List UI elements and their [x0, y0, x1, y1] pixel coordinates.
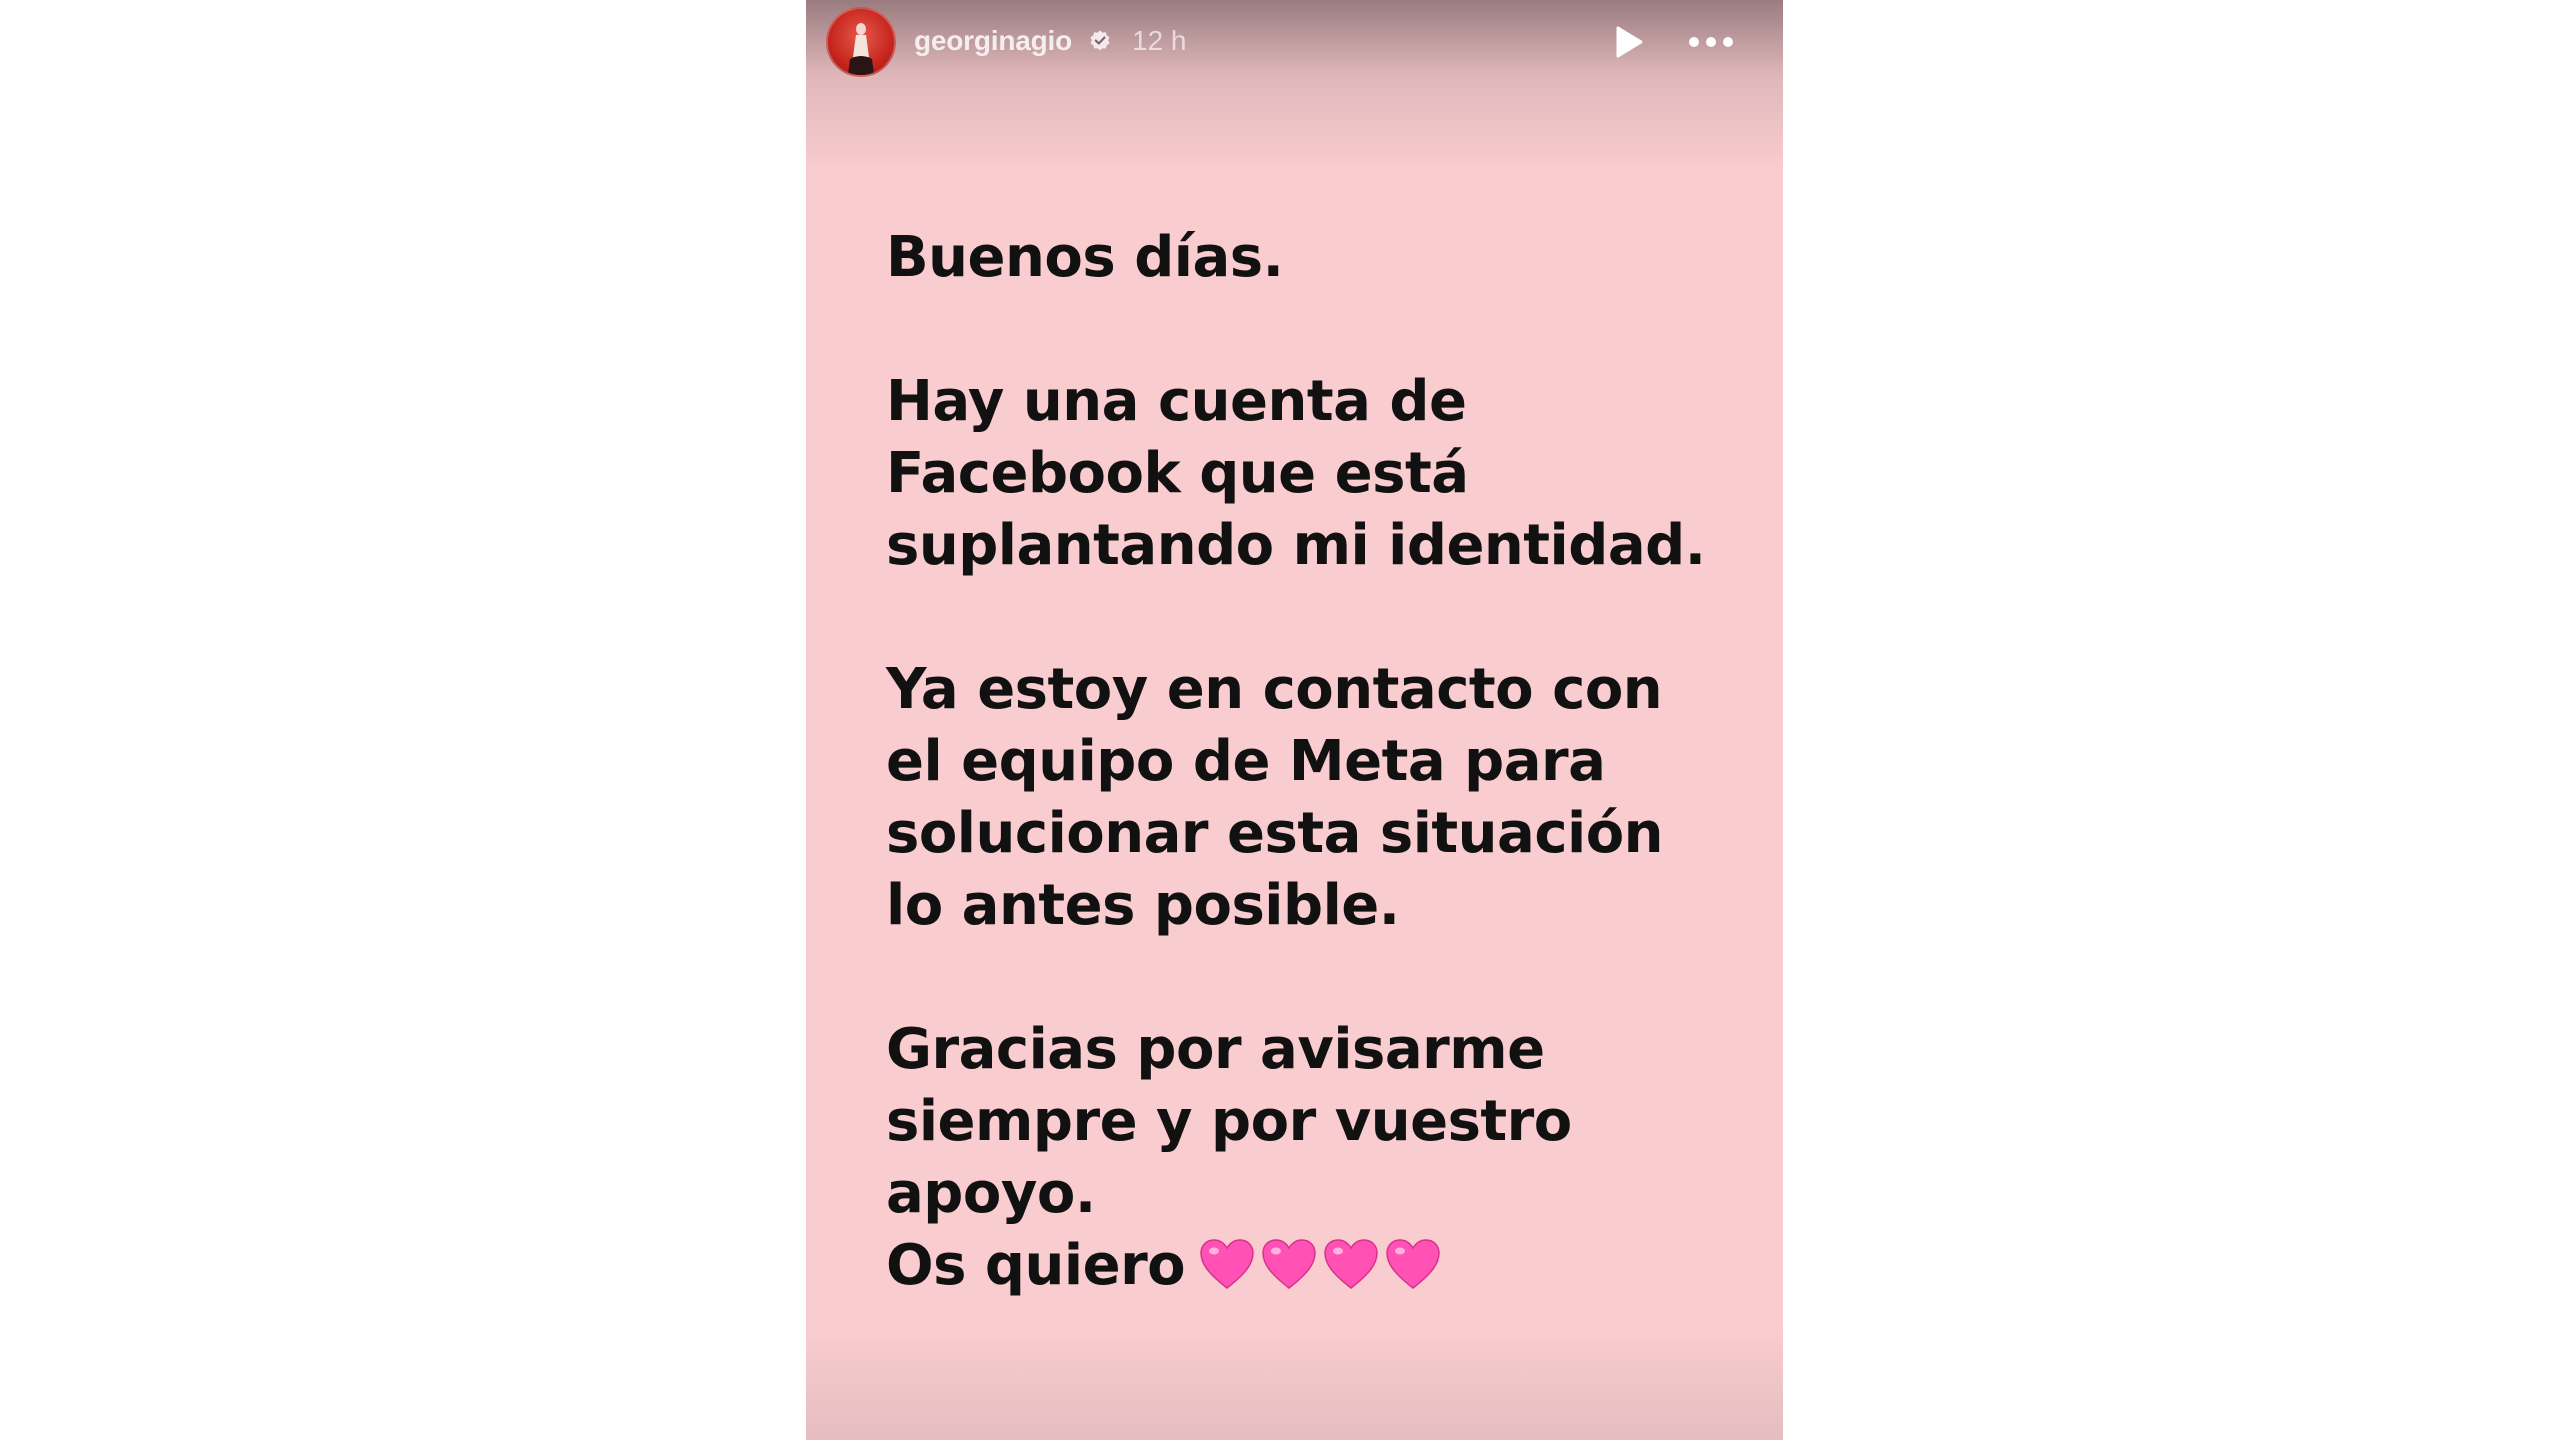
pink-heart-icon	[1262, 1239, 1316, 1289]
thanks-paragraph: Gracias por avisarme siempre y por vuest…	[886, 1014, 1746, 1308]
message-line: siempre y por vuestro	[886, 1089, 1572, 1154]
message-line: Buenos días.	[886, 225, 1284, 290]
message-line: Facebook que está	[886, 441, 1469, 506]
bottom-gradient	[806, 1330, 1783, 1440]
message-line: Ya estoy en contacto con	[886, 657, 1663, 722]
meta-contact-paragraph: Ya estoy en contacto con el equipo de Me…	[886, 654, 1746, 942]
verified-badge-icon	[1090, 30, 1110, 51]
page: georginagio 12 h Buenos días. Hay una cu…	[0, 0, 2560, 1440]
pink-heart-icon	[1324, 1239, 1378, 1289]
message-line: Hay una cuenta de	[886, 369, 1467, 434]
more-options-button[interactable]	[1684, 22, 1738, 62]
play-button[interactable]	[1608, 22, 1648, 62]
message-line: lo antes posible.	[886, 873, 1400, 938]
pink-heart-icon	[1200, 1239, 1254, 1289]
story-timestamp: 12 h	[1132, 25, 1187, 56]
impersonation-paragraph: Hay una cuenta de Facebook que está supl…	[886, 366, 1746, 582]
story-header: georginagio 12 h	[806, 0, 1783, 84]
username[interactable]: georginagio	[914, 21, 1072, 61]
play-icon	[1616, 26, 1643, 58]
avatar-figure-icon	[848, 23, 874, 75]
avatar[interactable]	[826, 7, 896, 77]
hearts-group	[1199, 1236, 1447, 1308]
more-options-icon	[1689, 37, 1733, 47]
closing-text: Os quiero	[886, 1233, 1186, 1298]
pink-heart-icon	[1386, 1239, 1440, 1289]
message-line: solucionar esta situación	[886, 801, 1664, 866]
story-viewer[interactable]: georginagio 12 h Buenos días. Hay una cu…	[806, 0, 1783, 1440]
message-line: apoyo.	[886, 1161, 1096, 1226]
message-line: el equipo de Meta para	[886, 729, 1606, 794]
closing-line: Os quiero	[886, 1230, 1746, 1308]
message-line: suplantando mi identidad.	[886, 513, 1706, 578]
story-message: Buenos días. Hay una cuenta de Facebook …	[886, 222, 1746, 1308]
greeting-paragraph: Buenos días.	[886, 222, 1746, 294]
message-line: Gracias por avisarme	[886, 1017, 1545, 1082]
